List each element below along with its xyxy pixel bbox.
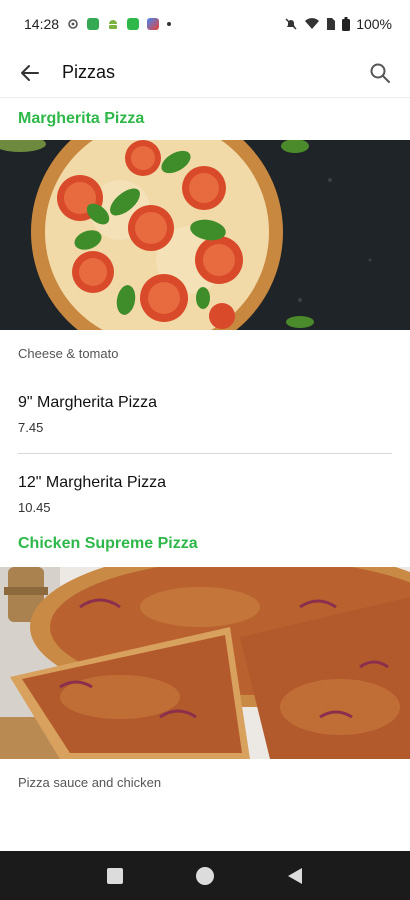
app-bar: Pizzas [0, 48, 410, 98]
page-title: Pizzas [62, 62, 116, 82]
menu-item-price: 10.45 [18, 500, 51, 515]
section-description-chicken-supreme: Pizza sauce and chicken [18, 775, 162, 790]
recents-square-icon [107, 867, 123, 884]
back-triangle-icon [288, 867, 302, 884]
system-nav-bar [0, 851, 410, 900]
settings-icon [68, 19, 78, 29]
chicken-supreme-pizza-image [0, 567, 410, 759]
menu-content[interactable]: Margherita Pizza Cheese & tomato 9" Marg… [0, 98, 410, 851]
menu-item[interactable]: 12" Margherita Pizza 10.45 [0, 454, 410, 515]
android-icon [109, 20, 118, 29]
recents-button[interactable] [95, 856, 135, 896]
arrow-left-icon [21, 64, 39, 81]
mute-icon [285, 18, 297, 30]
search-button[interactable] [366, 59, 394, 87]
menu-item[interactable]: 9" Margherita Pizza 7.45 [0, 374, 410, 435]
back-button[interactable] [16, 59, 44, 87]
menu-item-price: 7.45 [18, 420, 44, 435]
notification-app-icon [147, 18, 160, 30]
wifi-icon [305, 18, 320, 29]
margherita-pizza-image [0, 140, 410, 330]
more-notifications-dot-icon [167, 22, 172, 26]
status-left: 14:28 [24, 16, 172, 32]
chicken-supreme-pizza-illustration [0, 567, 410, 759]
battery-percent: 100% [356, 16, 392, 32]
home-circle-icon [196, 866, 214, 885]
system-back-button[interactable] [275, 856, 315, 896]
battery-icon [342, 17, 351, 31]
section-title-chicken-supreme: Chicken Supreme Pizza [18, 535, 198, 552]
section-description-margherita: Cheese & tomato [18, 346, 119, 361]
margherita-pizza-illustration [0, 140, 410, 330]
home-button[interactable] [185, 856, 225, 896]
notification-app-icon [87, 18, 100, 30]
sim-icon [327, 18, 336, 30]
notification-app-icon [127, 18, 140, 30]
status-right: 100% [284, 16, 392, 32]
section-title-margherita: Margherita Pizza [18, 110, 145, 127]
menu-item-name: 9" Margherita Pizza [18, 394, 158, 411]
status-time: 14:28 [24, 16, 60, 32]
search-icon [370, 63, 390, 83]
status-bar: 14:28 100% [0, 0, 410, 48]
menu-item-name: 12" Margherita Pizza [18, 474, 166, 491]
